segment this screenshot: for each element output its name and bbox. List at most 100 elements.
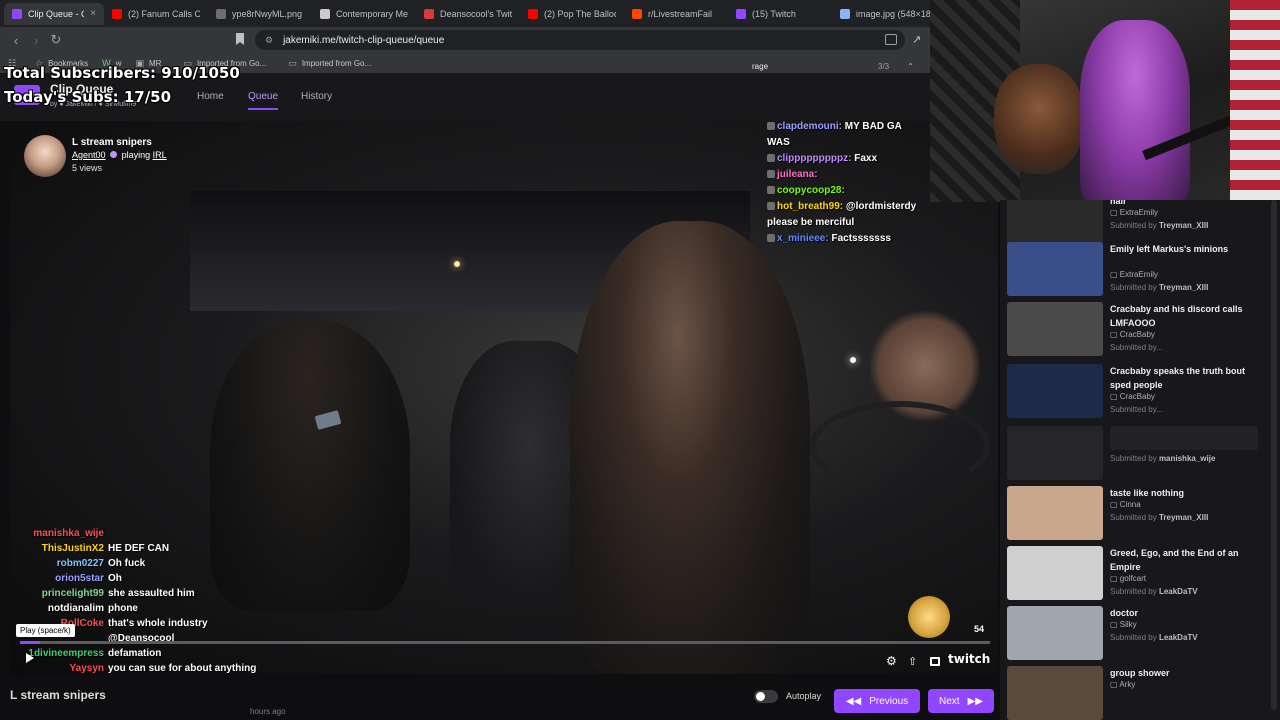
chat-text: you can sue for about anything [108, 663, 257, 674]
progress-bar[interactable] [20, 641, 990, 644]
bookmark-item[interactable]: ▭ Imported from Go... [288, 58, 371, 69]
site-info-icon[interactable]: ⚙ [265, 35, 273, 46]
bookmark-page-icon[interactable] [236, 33, 244, 45]
channel-icon: ▢ [1110, 270, 1120, 279]
browser-tab[interactable]: image.jpg (548×18 [832, 3, 938, 25]
chat-username: Yaysyn [69, 663, 104, 674]
browser-tab[interactable]: r/LivestreamFail [624, 3, 728, 25]
forward-icon[interactable]: › [26, 33, 46, 48]
verified-icon [110, 151, 118, 158]
queue-item[interactable]: group shower ▢ Arky [1006, 666, 1268, 720]
twitch-brand-logo[interactable]: twitch [948, 652, 990, 666]
settings-gear-icon[interactable]: ⚙ [886, 654, 897, 668]
queue-item[interactable]: doctor ▢ Silky Submitted by LeakDaTV [1006, 606, 1268, 662]
install-app-icon[interactable] [885, 34, 897, 45]
clip-channel-line: Agent00 playing IRL [72, 150, 167, 160]
queue-item-channel-name: CracBaby [1119, 330, 1155, 339]
chat-username: orion5star [55, 573, 104, 584]
tab-label: (15) Twitch [752, 8, 796, 19]
browser-toolbar: ‹ › ↻ ⚙ jakemiki.me/twitch-clip-queue/qu… [0, 27, 930, 53]
total-subscribers-overlay: Total Subscribers: 910/1050 [4, 64, 240, 82]
clip-counter: 54 [974, 624, 985, 634]
video-player[interactable]: L stream snipers Agent00 playing IRL 5 v… [10, 121, 998, 674]
queue-item[interactable]: Submitted by manishka_wije [1006, 426, 1268, 482]
channel-icon: ▢ [1110, 392, 1120, 401]
address-bar[interactable]: ⚙ jakemiki.me/twitch-clip-queue/queue [255, 30, 905, 50]
submitter-name: manishka_wije [1158, 454, 1216, 463]
queue-item-thumbnail[interactable] [1007, 364, 1103, 418]
chat-badge-icon [767, 170, 775, 178]
submitted-by-label: Submitted by [1110, 454, 1157, 463]
find-input[interactable]: rage [752, 62, 872, 71]
queue-item-channel: ▢ Arky [1110, 680, 1135, 689]
nav-home[interactable]: Home [197, 91, 224, 102]
queue-item-title: doctor [1110, 608, 1138, 618]
chat-username: notdianalim [47, 603, 104, 614]
autoplay-toggle[interactable] [754, 690, 778, 703]
find-count: 3/3 [878, 61, 890, 71]
queue-item-title: taste like nothing [1110, 488, 1185, 498]
chat-message: clapdemouni: MY BAD GA [767, 121, 902, 132]
queue-item-thumbnail[interactable] [1007, 486, 1103, 540]
chat-message: hot_breath99: @lordmisterdy [767, 201, 916, 212]
queue-item[interactable]: Greed, Ego, and the End of an Empire ▢ go… [1006, 546, 1268, 602]
chat-username: coopycoop28: [777, 185, 845, 196]
queue-item-title: Greed, Ego, and the End of an Empire [1110, 548, 1239, 572]
browser-tab[interactable]: Contemporary Men [312, 3, 416, 25]
next-icon: ▶▶ [967, 695, 983, 707]
queue-item-submitter: Submitted by... [1110, 405, 1163, 414]
queue-item-thumbnail[interactable] [1007, 426, 1103, 480]
channel-link[interactable]: Agent00 [72, 150, 106, 160]
queue-item-thumbnail[interactable] [1007, 666, 1103, 720]
broadcaster-avatar[interactable] [24, 135, 66, 177]
reload-icon[interactable]: ↻ [46, 32, 66, 48]
queue-item[interactable]: Cracbaby and his discord calls LMFAOOO ▢ … [1006, 302, 1268, 358]
queue-item-thumbnail[interactable] [1007, 242, 1103, 296]
queue-item-channel: ▢ ExtraEmily [1110, 270, 1158, 279]
queue-item-title: Cracbaby and his discord calls LMFAOOO [1110, 304, 1243, 328]
queue-item-thumbnail[interactable] [1007, 606, 1103, 660]
chat-message: WAS [767, 137, 790, 148]
tab-favicon-icon [320, 8, 330, 19]
sidebar-scrollbar[interactable] [1271, 200, 1277, 710]
queue-item-channel-name: CracBaby [1119, 392, 1155, 401]
tab-close-icon[interactable]: × [90, 8, 96, 19]
share-icon[interactable]: ↗ [912, 33, 921, 46]
browser-tab[interactable]: Deansocool's Twitch [416, 3, 520, 25]
nav-history[interactable]: History [301, 91, 332, 102]
queue-item-submitter: Submitted by manishka_wije [1110, 454, 1215, 463]
browser-tab[interactable]: ype8rNwyML.png ( [208, 3, 312, 25]
find-prev-icon[interactable]: ⌃ [907, 62, 914, 71]
next-label: Next [939, 695, 960, 707]
queue-item[interactable]: Emily left Markus's minions ▢ ExtraEmily S… [1006, 242, 1268, 298]
driver-figure [570, 221, 810, 674]
footer-clip-title: L stream snipers [10, 688, 106, 702]
previous-button[interactable]: ◀◀ Previous [834, 689, 920, 713]
back-icon[interactable]: ‹ [6, 33, 26, 48]
browser-tab[interactable]: (2) Fanum Calls Out [104, 3, 208, 25]
browser-tab[interactable]: (15) Twitch [728, 3, 832, 25]
channel-icon: ▢ [1110, 620, 1120, 629]
clip-title: L stream snipers [72, 137, 152, 148]
chat-message: please be merciful [767, 217, 854, 228]
queue-item[interactable]: taste like nothing ▢ Cinna Submitted by Tr… [1006, 486, 1268, 542]
play-tooltip: Play (space/k) [16, 624, 75, 637]
game-link[interactable]: IRL [153, 150, 167, 160]
nav-queue[interactable]: Queue [248, 91, 279, 110]
share-clip-icon[interactable]: ⇧ [908, 655, 917, 668]
queue-item-thumbnail[interactable] [1007, 200, 1103, 248]
queue-item-channel: ▢ ExtraEmily [1110, 208, 1158, 217]
next-button[interactable]: Next ▶▶ [928, 689, 994, 713]
browser-tab[interactable]: (2) Pop The Balloon [520, 3, 624, 25]
queue-item-thumbnail[interactable] [1007, 302, 1103, 356]
autoplay-toggle-knob [756, 692, 765, 701]
browser-tab[interactable]: Clip Queue - Q × [4, 2, 104, 25]
tab-favicon-icon [528, 8, 538, 19]
queue-item[interactable]: Cracbaby speaks the truth bout sped peop… [1006, 364, 1268, 420]
play-icon[interactable] [26, 653, 34, 663]
queue-item-thumbnail[interactable] [1007, 546, 1103, 600]
fullscreen-icon[interactable] [930, 657, 940, 666]
queue-item-submitter: Submitted by... [1110, 343, 1163, 352]
chat-text: @lordmisterdy [845, 201, 917, 212]
queue-item-channel-name: Arky [1119, 680, 1136, 689]
